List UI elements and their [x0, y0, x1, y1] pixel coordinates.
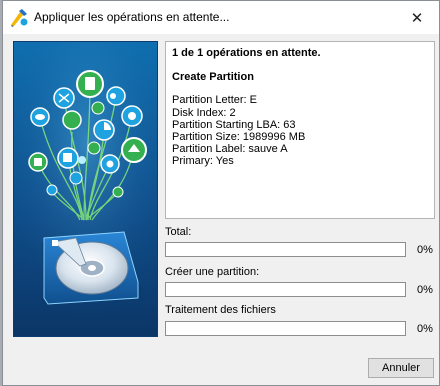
operation-name: Create Partition: [172, 71, 254, 84]
pending-operations-count: 1 de 1 opérations en attente.: [172, 47, 321, 59]
total-label: Total:: [165, 226, 192, 238]
detail-partition-label: Partition Label: sauve A: [172, 143, 288, 156]
detail-primary: Primary: Yes: [172, 155, 234, 168]
total-percent: 0%: [417, 244, 433, 256]
file-processing-progress-bar: [165, 321, 406, 336]
detail-disk-index: Disk Index: 2: [172, 106, 236, 119]
detail-partition-letter: Partition Letter: E: [172, 94, 257, 107]
title-bar[interactable]: Appliquer les opérations en attente... ✕: [3, 1, 439, 34]
disk-illustration: [13, 41, 158, 337]
detail-partition-size: Partition Size: 1989996 MB: [172, 131, 306, 144]
total-progress-bar: [165, 242, 406, 257]
create-partition-progress-bar: [165, 282, 406, 297]
apply-operations-dialog: Appliquer les opérations en attente... ✕: [2, 0, 440, 386]
detail-starting-lba: Partition Starting LBA: 63: [172, 118, 296, 131]
cancel-button[interactable]: Annuler: [368, 358, 434, 378]
file-processing-label: Traitement des fichiers: [165, 304, 276, 316]
file-processing-percent: 0%: [417, 323, 433, 335]
create-partition-label: Créer une partition:: [165, 266, 260, 278]
close-icon: ✕: [410, 9, 424, 27]
create-partition-percent: 0%: [417, 284, 433, 296]
operation-details-panel: 1 de 1 opérations en attente. Create Par…: [165, 41, 435, 219]
close-button[interactable]: ✕: [395, 1, 439, 34]
partition-wizard-icon: [11, 9, 28, 27]
window-title: Appliquer les opérations en attente...: [34, 10, 230, 24]
